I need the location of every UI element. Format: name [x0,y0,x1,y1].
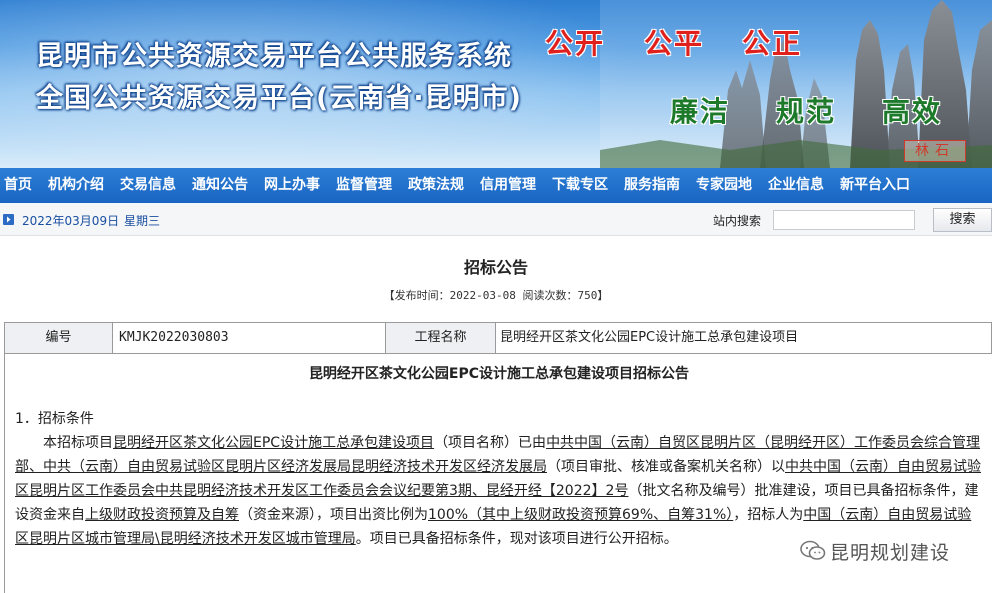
text-segment: ，招标人为 [733,507,804,523]
project-name-value: 昆明经开区茶文化公园EPC设计施工总承包建设项目 [496,323,992,353]
number-label: 编号 [5,323,113,353]
slogan-standard: 规范 [776,95,837,128]
search-input[interactable] [773,210,915,230]
wechat-watermark: 昆明规划建设 [796,534,955,568]
nav-item-about[interactable]: 机构介绍 [40,168,112,203]
slogan-efficient: 高效 [882,95,943,128]
publish-meta: 【发布时间：2022-03-08 阅读次数：750】 [383,289,609,302]
nav-item-new-platform[interactable]: 新平台入口 [832,168,918,203]
nav-item-experts[interactable]: 专家园地 [688,168,760,203]
nav-item-trade-info[interactable]: 交易信息 [112,168,184,203]
fund-source-underlined: 上级财政投资预算及自筹 [85,507,239,523]
text-segment: 本招标项目 [43,435,113,451]
banner-title-line1: 昆明市公共资源交易平台公共服务系统 [36,41,512,72]
nav-item-service-guide[interactable]: 服务指南 [616,168,688,203]
banner-title-line2: 全国公共资源交易平台(云南省·昆明市) [36,83,522,114]
funding-ratio-underlined: 100%（其中上级财政投资预算69%、自筹31%） [428,507,734,523]
text-segment: 。项目已具备招标条件，现对该项目进行公开招标。 [355,531,678,547]
nav-item-online-service[interactable]: 网上办事 [256,168,328,203]
page-title: 招标公告 [463,258,528,277]
search-button[interactable]: 搜索 [933,208,992,232]
info-table: 编号 KMJK2022030803 工程名称 昆明经开区茶文化公园EPC设计施工… [4,322,992,354]
calendar-icon [3,214,14,225]
slogan-fair: 公平 [644,27,705,60]
current-date: 2022年03月09日 [22,214,120,228]
wechat-icon [800,540,826,560]
current-weekday: 星期三 [124,214,161,228]
slogan-just: 公正 [742,27,803,60]
project-name-underlined: 昆明经开区茶文化公园EPC设计施工总承包建设项目 [113,435,435,451]
text-segment: （项目名称）已由 [434,435,547,451]
main-nav: 首页 机构介绍 交易信息 通知公告 网上办事 监督管理 政策法规 信用管理 下载… [0,168,992,203]
announcement-title: 昆明经开区茶文化公园EPC设计施工总承包建设项目招标公告 [308,366,690,382]
nav-item-home[interactable]: 首页 [0,168,40,203]
nav-item-policies[interactable]: 政策法规 [400,168,472,203]
slogan-open: 公开 [545,27,606,60]
number-value: KMJK2022030803 [113,323,386,353]
stone-forest-stamp: 林石 [904,140,966,162]
text-segment: （资金来源），项目出资比例为 [239,507,428,523]
nav-item-notices[interactable]: 通知公告 [184,168,256,203]
date-search-bar: 2022年03月09日 星期三 站内搜索 搜索 [0,203,992,236]
search-label: 站内搜索 [713,214,762,228]
nav-item-companies[interactable]: 企业信息 [760,168,832,203]
project-name-label: 工程名称 [386,323,496,353]
nav-item-downloads[interactable]: 下载专区 [544,168,616,203]
slogan-clean: 廉洁 [670,95,731,128]
nav-item-credit[interactable]: 信用管理 [472,168,544,203]
watermark-text: 昆明规划建设 [830,541,951,564]
section-heading: 1．招标条件 [15,411,94,427]
text-segment: （项目审批、核准或备案机关名称）以 [547,459,785,475]
nav-item-supervision[interactable]: 监督管理 [328,168,400,203]
header-banner: 昆明市公共资源交易平台公共服务系统 全国公共资源交易平台(云南省·昆明市) 公开… [0,0,992,168]
tender-conditions-paragraph: 本招标项目昆明经开区茶文化公园EPC设计施工总承包建设项目（项目名称）已由中共中… [15,431,985,551]
